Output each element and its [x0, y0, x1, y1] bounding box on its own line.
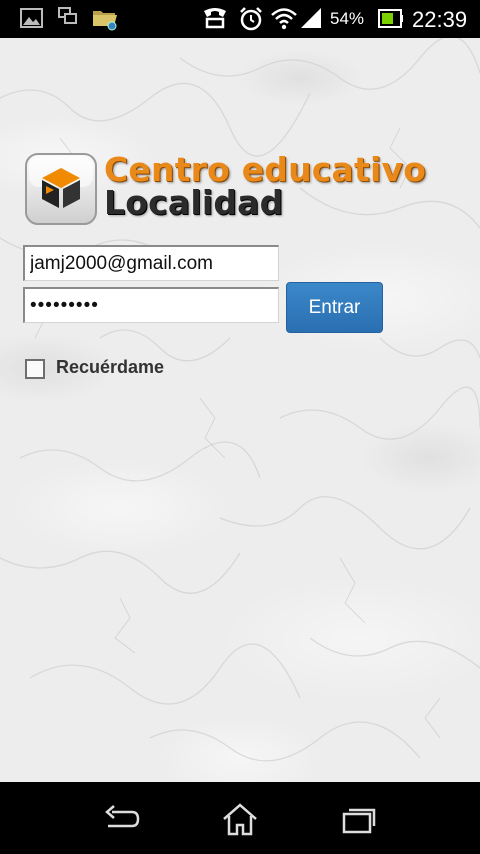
login-screen: Centro educativo Localidad Entrar Recuér…	[0, 38, 480, 782]
alarm-icon	[238, 6, 264, 37]
signal-icon	[299, 6, 323, 35]
folder-icon	[91, 4, 119, 37]
password-field[interactable]	[23, 287, 279, 323]
login-button[interactable]: Entrar	[286, 282, 383, 333]
battery-icon	[378, 9, 404, 34]
app-logo: Centro educativo Localidad	[24, 150, 454, 228]
back-icon[interactable]	[102, 802, 142, 838]
status-bar: 54% 22:39	[0, 0, 480, 38]
clock: 22:39	[412, 7, 468, 32]
screen-mirror-icon	[56, 6, 80, 33]
home-icon[interactable]	[220, 802, 260, 838]
wifi-icon	[270, 6, 298, 35]
battery-percent: 54%	[330, 9, 365, 28]
cube-logo-icon	[24, 152, 98, 226]
recent-apps-icon[interactable]	[340, 802, 380, 838]
remember-checkbox[interactable]	[25, 359, 45, 379]
remember-label: Recuérdame	[56, 357, 165, 377]
image-notification-icon	[19, 6, 45, 35]
handset-icon	[201, 6, 229, 37]
navigation-bar	[0, 782, 480, 854]
email-field[interactable]	[23, 245, 279, 281]
logo-title-line2: Localidad	[104, 183, 284, 222]
